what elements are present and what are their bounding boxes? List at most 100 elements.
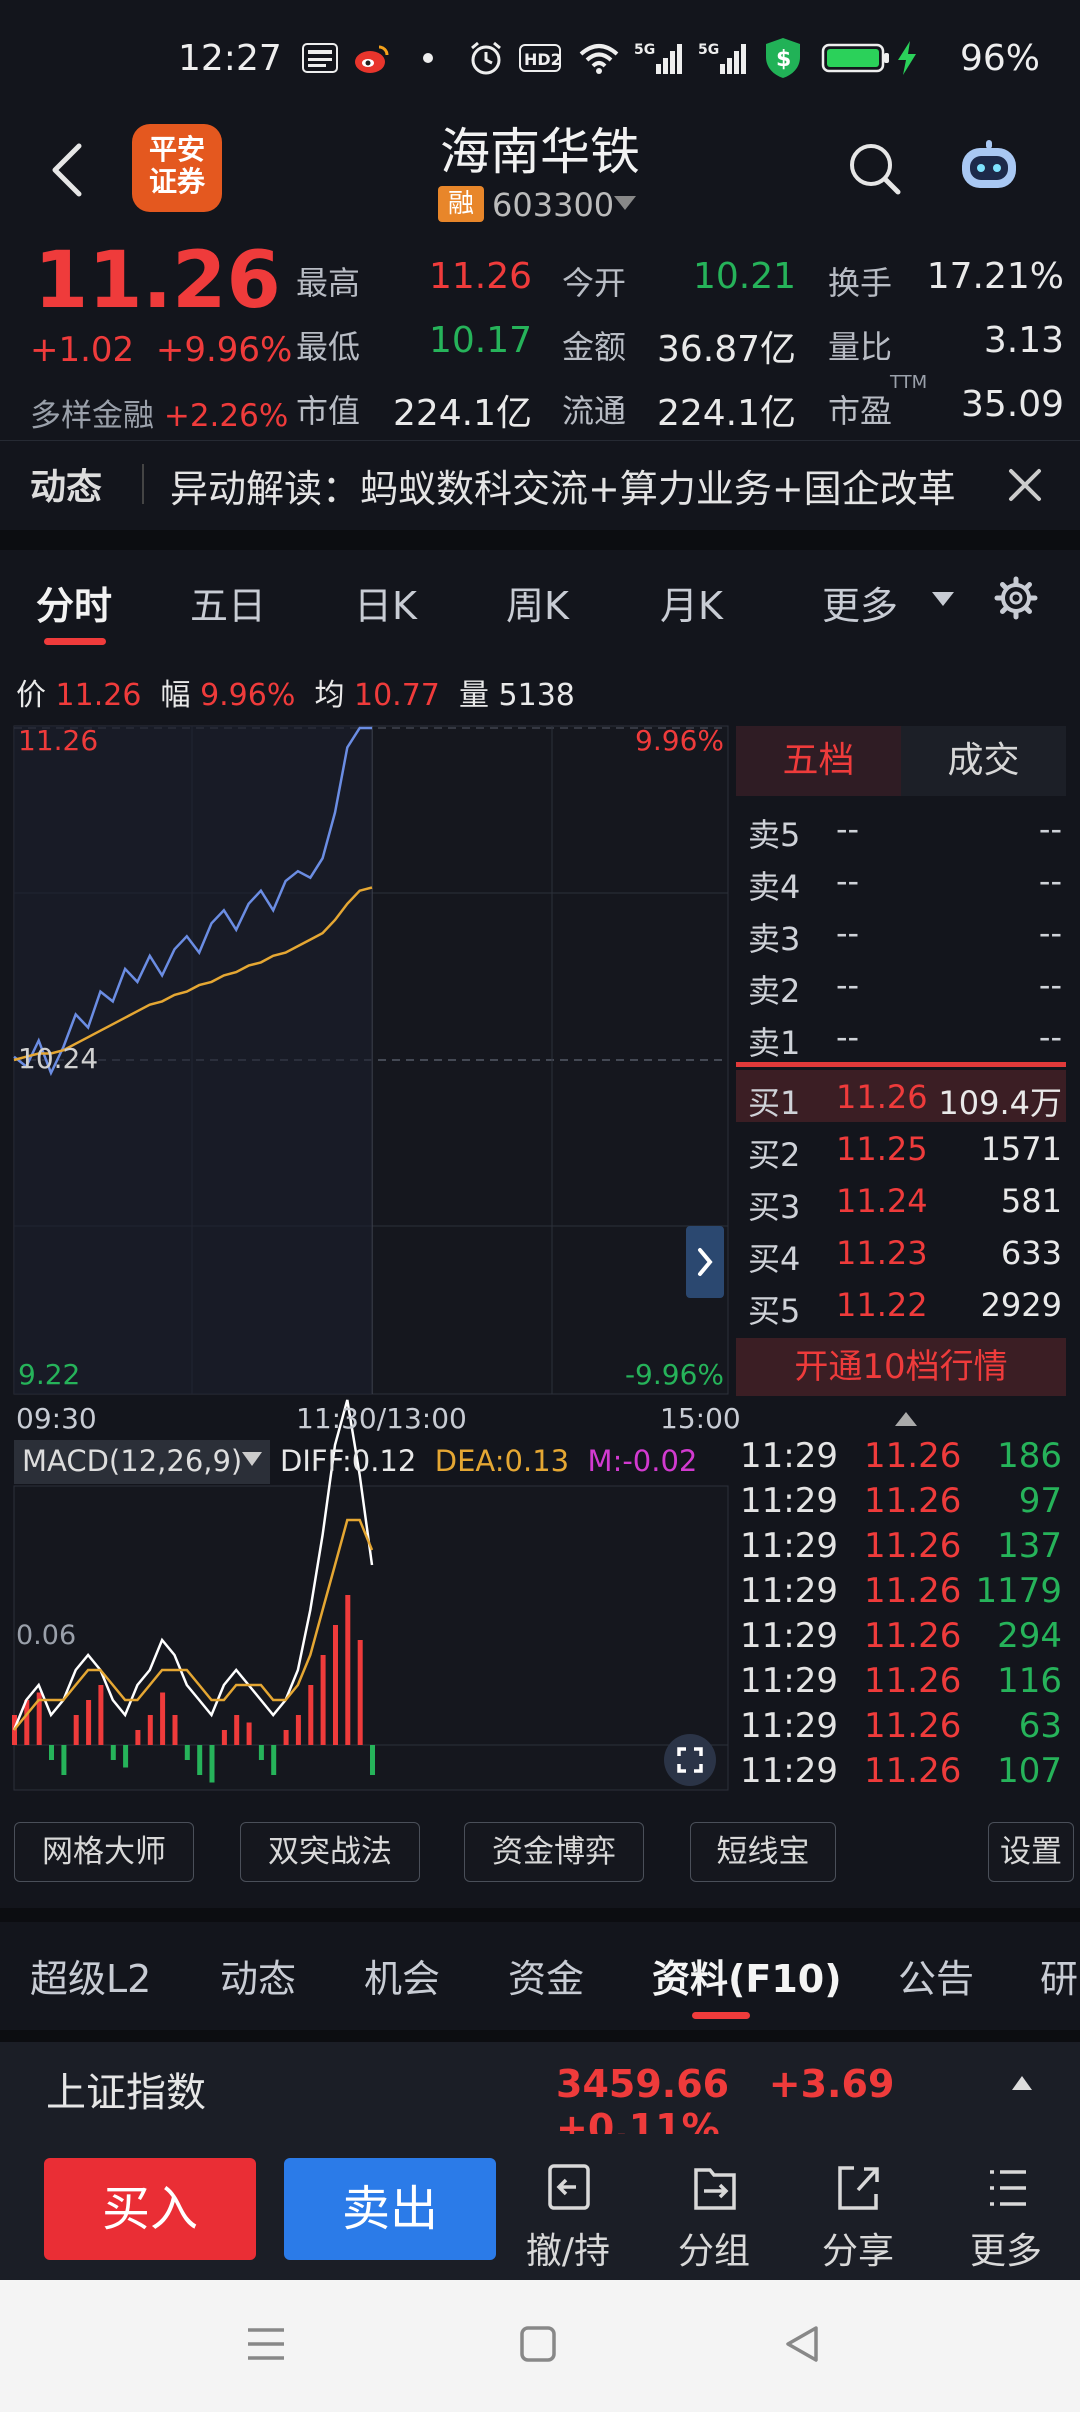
toutiao-icon [300,40,340,76]
bid-row: 买2 11.25 1571 [748,1130,1062,1174]
macd-values: DIFF:0.12 DEA:0.13 M:-0.02 [280,1444,697,1478]
sell-button[interactable]: 卖出 [284,2158,496,2260]
chevron-down-icon[interactable] [614,196,636,210]
mktcap-label: 市值 [296,392,361,430]
stock-code[interactable]: 603300 [492,186,614,224]
grid-master-button[interactable]: 网格大师 [14,1822,194,1882]
macd-bar [160,1692,166,1745]
search-icon[interactable] [846,140,902,196]
macd-bar [110,1745,116,1760]
tab-news[interactable]: 动态 [220,1948,296,2003]
tab-weekly-k[interactable]: 周K [506,575,569,630]
open-level2-button[interactable]: 开通10档行情 [736,1338,1066,1396]
alarm-icon [466,40,506,76]
index-name: 上证指数 [46,2070,206,2116]
current-price: 11.26 [34,236,281,326]
tab-super-l2[interactable]: 超级L2 [30,1948,151,2003]
chevron-up-icon[interactable] [1012,2076,1032,2090]
macd-bar [184,1745,190,1760]
info-line: 价 11.26 幅 9.96% 均 10.77 量 5138 [16,670,575,714]
macd-bar [283,1730,289,1745]
ask-row: 卖4 -- -- [748,862,1062,906]
buy-button[interactable]: 买入 [44,2158,256,2260]
robot-assistant-icon[interactable] [958,140,1020,194]
info-range-label: 幅 [160,678,191,713]
macd-bar [24,1700,30,1745]
time-start: 09:30 [16,1402,97,1435]
fund-game-button[interactable]: 资金博弈 [464,1822,644,1882]
settings-button[interactable]: 设置 [988,1822,1074,1882]
group-button[interactable]: 分组 [654,2160,774,2272]
signal-5g-icon: 5G [634,40,682,76]
macd-bar [123,1745,129,1768]
macd-bar [98,1685,104,1745]
tab-opportunity[interactable]: 机会 [364,1948,440,2003]
ask-row: 卖5 -- -- [748,810,1062,854]
gear-icon[interactable] [994,576,1038,620]
tab-f10[interactable]: 资料(F10) [652,1948,842,2003]
low-label: 最低 [296,328,361,366]
stock-name[interactable]: 海南华铁 [0,112,1080,184]
amount-value: 36.87亿 [656,329,796,370]
macd-bar [357,1640,363,1745]
ask-row: 卖1 -- -- [748,1018,1062,1062]
tab-more[interactable]: 更多 [822,575,898,630]
tab-monthly-k[interactable]: 月K [660,575,723,630]
mid-price-label: 10.24 [18,1042,98,1075]
more-button[interactable]: 更多 [946,2160,1066,2272]
tab-announcement[interactable]: 公告 [898,1948,974,2003]
tab-trades[interactable]: 成交 [901,726,1066,796]
tab-five-levels[interactable]: 五档 [736,726,901,796]
short-line-button[interactable]: 短线宝 [690,1822,836,1882]
svg-text:HD2: HD2 [524,50,561,69]
news-text[interactable]: 异动解读：蚂蚁数科交流+算力业务+国企改革 [170,458,956,513]
folder-icon [694,2168,736,2210]
tick-row: 11:29 11.26 107 [740,1751,1062,1791]
divider [0,1908,1080,1922]
chevron-down-icon[interactable] [932,592,954,606]
tab-underline [44,638,106,645]
tab-daily-k[interactable]: 日K [354,575,417,630]
bottom-pct-label: -9.96% [625,1358,724,1391]
ask-row: 卖2 -- -- [748,966,1062,1010]
macd-bar [147,1715,153,1745]
tab-research[interactable]: 研 [1040,1948,1078,2003]
cancel-hold-label: 撤/持 [525,2231,611,2272]
cancel-hold-button[interactable]: 撤/持 [508,2160,628,2272]
recent-apps-icon[interactable] [244,2324,288,2364]
info-vol-label: 量 [458,678,489,713]
back-triangle-icon[interactable] [780,2322,824,2366]
tab-intraday[interactable]: 分时 [36,575,112,630]
index-value: 3459.66 [556,2062,730,2106]
status-time: 12:27 [178,38,282,79]
macd-bar [73,1715,79,1745]
info-avg: 10.77 [354,678,440,713]
volratio-value: 3.13 [983,320,1064,361]
divider [0,2030,1080,2042]
svg-text:5G: 5G [698,42,719,58]
macd-bar [197,1745,203,1775]
tab-five-day[interactable]: 五日 [190,575,266,630]
change-abs: +1.02 [30,330,135,370]
macd-dea: DEA:0.13 [434,1444,570,1478]
chevron-up-icon[interactable] [895,1412,917,1426]
macd-bar [271,1745,277,1775]
chevron-down-icon[interactable] [242,1452,262,1466]
tab-funds[interactable]: 资金 [508,1948,584,2003]
intraday-chart[interactable]: 11.26 9.96% 10.24 9.22 -9.96% 0.06 [0,720,736,1800]
macd-bar [209,1745,215,1783]
sector-name: 多样金融 [30,398,154,434]
price-change: +1.02 +9.96% [30,330,292,370]
hd-icon: HD2 [518,40,562,76]
double-breakout-button[interactable]: 双突战法 [240,1822,420,1882]
share-button[interactable]: 分享 [798,2160,918,2272]
home-icon[interactable] [518,2324,558,2364]
info-price: 11.26 [55,678,142,713]
fullscreen-icon[interactable] [664,1734,716,1786]
macd-bar [370,1745,375,1775]
sector-info[interactable]: 多样金融 +2.26% [30,390,288,435]
close-icon[interactable] [1005,465,1045,505]
collapse-orderbook-button[interactable] [686,1226,724,1298]
bottom-price-label: 9.22 [18,1358,80,1391]
float-value: 224.1亿 [656,393,796,434]
